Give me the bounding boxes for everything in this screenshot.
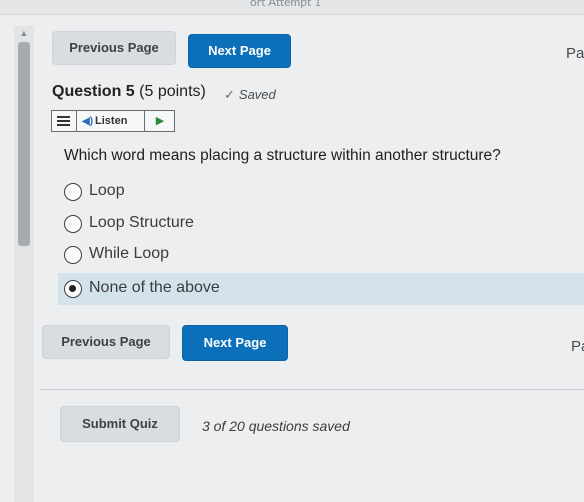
previous-page-button-bottom[interactable]: Previous Page (42, 325, 170, 359)
scroll-up-arrow-icon[interactable]: ▲ (14, 26, 34, 40)
play-icon[interactable]: ▶ (145, 111, 175, 131)
option-label: While Loop (89, 245, 170, 262)
hamburger-menu-icon[interactable] (52, 111, 77, 131)
next-page-button-top[interactable]: Next Page (188, 34, 291, 68)
option-label: Loop (89, 182, 125, 199)
question-points: (5 points) (139, 83, 206, 100)
question-title: Question 5 (5 points) (52, 83, 206, 101)
radio-icon[interactable] (64, 183, 82, 201)
listen-toolbar: ◀) Listen ▶ (51, 110, 175, 132)
submit-quiz-button[interactable]: Submit Quiz (60, 406, 180, 442)
scrollbar-thumb[interactable] (18, 42, 30, 246)
questions-saved-status: 3 of 20 questions saved (202, 418, 350, 434)
attempt-text: ort Attempt 1 (250, 0, 322, 9)
answer-option-loop[interactable]: Loop (58, 177, 584, 207)
saved-label: Saved (238, 87, 276, 102)
radio-icon-selected[interactable] (64, 280, 82, 298)
answer-option-none[interactable]: None of the above (58, 273, 584, 305)
top-strip: ort Attempt 1 (0, 0, 584, 15)
saved-status: ✓ Saved (224, 87, 276, 103)
divider (40, 389, 584, 390)
listen-button[interactable]: ◀) Listen (76, 111, 145, 131)
question-number: Question 5 (52, 83, 135, 100)
checkmark-icon: ✓ (224, 87, 235, 102)
option-label: Loop Structure (89, 214, 194, 231)
option-label: None of the above (89, 279, 220, 296)
question-prompt: Which word means placing a structure wit… (64, 147, 501, 164)
radio-icon[interactable] (64, 246, 82, 264)
answer-option-while-loop[interactable]: While Loop (58, 240, 584, 270)
scrollbar[interactable]: ▲ (14, 26, 34, 502)
page-label-cut-top: Pa (566, 45, 584, 62)
page-label-cut-bottom: Pa (571, 338, 584, 355)
answer-option-loop-structure[interactable]: Loop Structure (58, 209, 584, 239)
previous-page-button-top[interactable]: Previous Page (52, 31, 176, 65)
radio-icon[interactable] (64, 215, 82, 233)
speaker-icon: ◀) (82, 116, 94, 127)
listen-label: Listen (95, 115, 128, 127)
next-page-button-bottom[interactable]: Next Page (182, 325, 288, 361)
